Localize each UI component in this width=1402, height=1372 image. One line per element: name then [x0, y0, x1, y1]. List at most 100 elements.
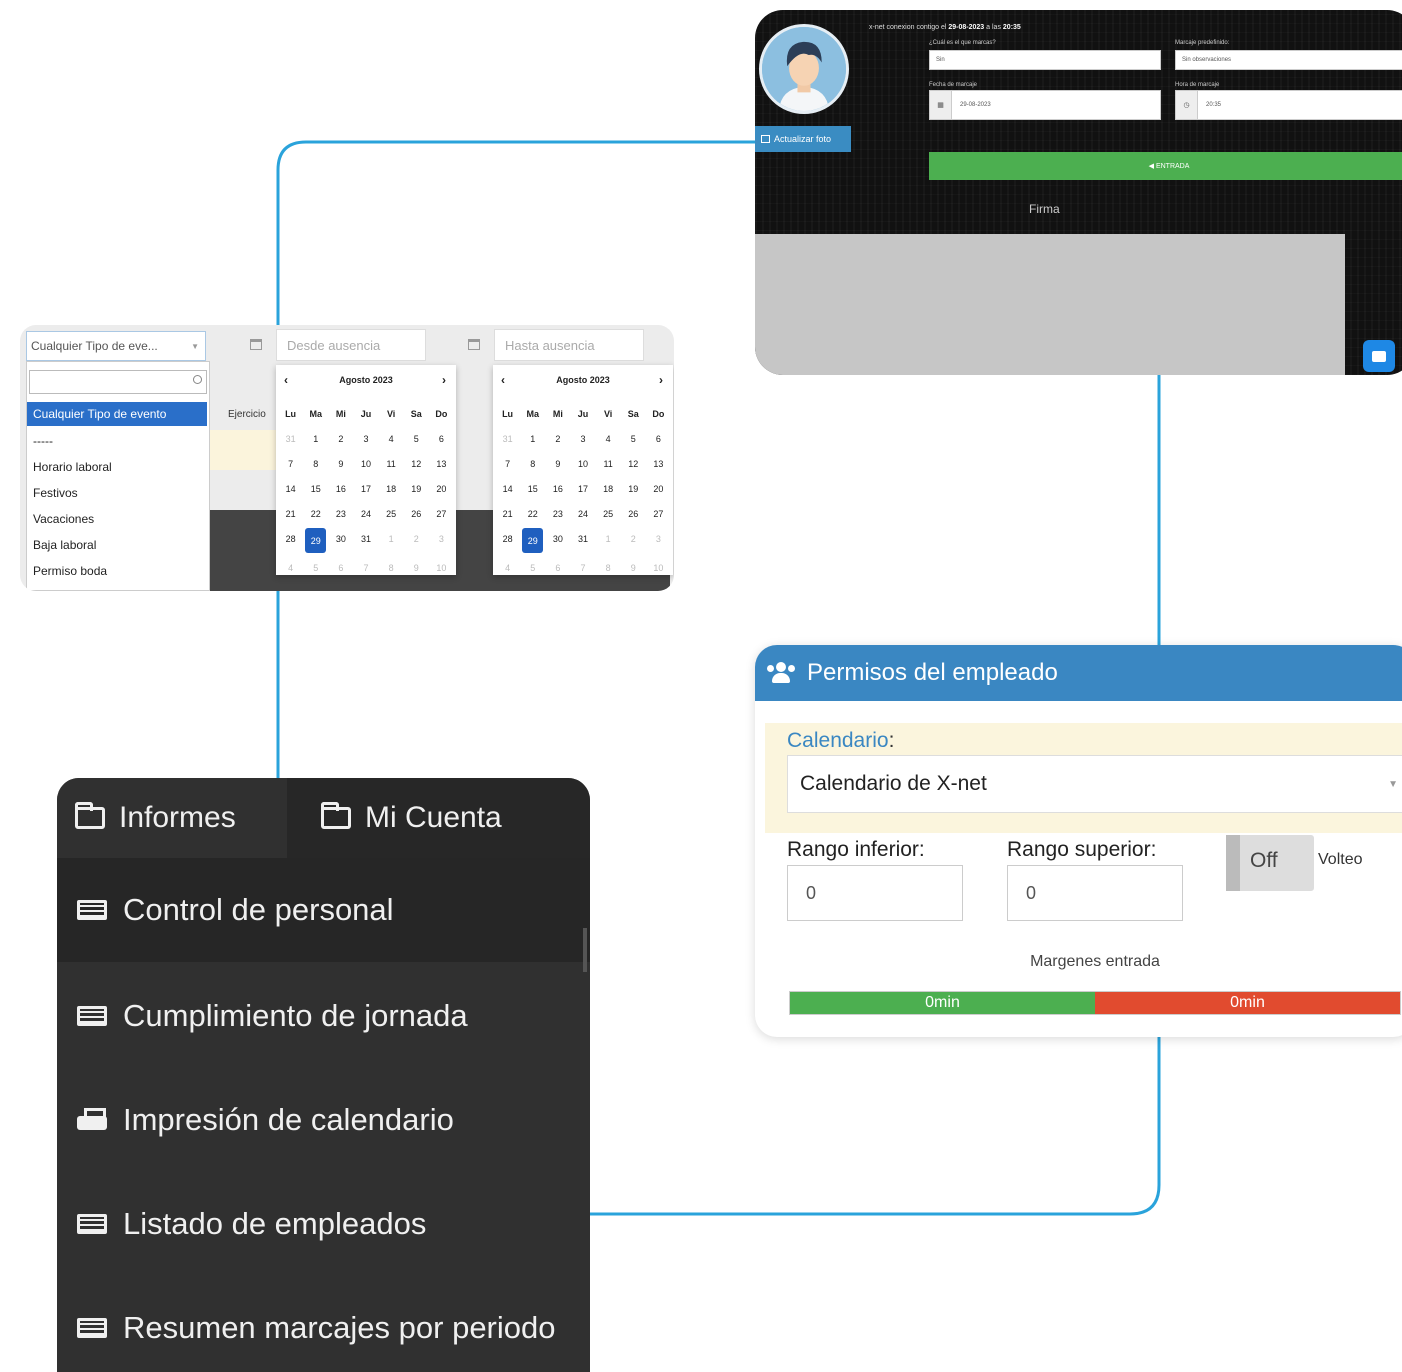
menu-item-resumen-marcajes[interactable]: Resumen marcajes por periodo	[57, 1276, 590, 1372]
calendar-day[interactable]: 5	[520, 555, 545, 580]
calendar-day[interactable]: 7	[353, 555, 378, 580]
event-type-select[interactable]: Cualquier Tipo de eve... ▼	[26, 331, 206, 361]
calendar-day[interactable]: 4	[596, 426, 621, 451]
calendar-day[interactable]: 20	[429, 476, 454, 501]
calendar-day[interactable]: 18	[379, 476, 404, 501]
calendar-day[interactable]: 2	[621, 526, 646, 551]
calendar-day[interactable]: 18	[596, 476, 621, 501]
calendar-day[interactable]: 3	[353, 426, 378, 451]
calendar-day[interactable]: 23	[545, 501, 570, 526]
tab-informes[interactable]: Informes	[57, 778, 287, 858]
calendar-day[interactable]: 23	[328, 501, 353, 526]
calendar-day[interactable]: 14	[278, 476, 303, 501]
calendar-day[interactable]: 31	[495, 426, 520, 451]
calendar-day[interactable]: 10	[570, 451, 595, 476]
calendar-day[interactable]: 1	[596, 526, 621, 551]
entry-button[interactable]: ◀ ENTRADA	[929, 152, 1402, 180]
calendar-day[interactable]: 1	[520, 426, 545, 451]
menu-item-cumplimiento-jornada[interactable]: Cumplimiento de jornada	[57, 964, 590, 1068]
obs-select[interactable]: Sin observaciones	[1175, 50, 1402, 70]
event-type-option[interactable]: Horario laboral	[33, 460, 112, 474]
calendar-day[interactable]: 4	[379, 426, 404, 451]
calendar-day[interactable]: 1	[379, 526, 404, 551]
signature-pad[interactable]	[755, 234, 1345, 375]
calendar-day[interactable]: 19	[621, 476, 646, 501]
tab-mi-cuenta[interactable]: Mi Cuenta	[287, 778, 590, 858]
calendar-day[interactable]: 29	[305, 528, 327, 553]
event-type-option[interactable]: Baja laboral	[33, 538, 96, 552]
calendar-day[interactable]: 30	[328, 526, 353, 551]
calendar-day[interactable]: 3	[429, 526, 454, 551]
next-month-button[interactable]: ›	[442, 373, 446, 387]
calendar-day[interactable]: 3	[646, 526, 671, 551]
calendar-day[interactable]: 5	[621, 426, 646, 451]
time-field[interactable]: ◷ 20:35	[1175, 90, 1402, 120]
calendar-day[interactable]: 11	[379, 451, 404, 476]
calendar-day[interactable]: 8	[303, 451, 328, 476]
upper-range-input[interactable]: 0	[1007, 865, 1183, 921]
calendar-day[interactable]: 14	[495, 476, 520, 501]
calendar-day[interactable]: 31	[570, 526, 595, 551]
calendar-day[interactable]: 17	[353, 476, 378, 501]
calendar-day[interactable]: 7	[570, 555, 595, 580]
chat-button[interactable]	[1363, 340, 1395, 372]
calendar-day[interactable]: 27	[429, 501, 454, 526]
calendar-day[interactable]: 26	[404, 501, 429, 526]
calendar-day[interactable]: 21	[278, 501, 303, 526]
calendar-day[interactable]: 25	[596, 501, 621, 526]
calendar-day[interactable]: 19	[404, 476, 429, 501]
calendar-day[interactable]: 6	[545, 555, 570, 580]
calendar-day[interactable]: 20	[646, 476, 671, 501]
calendar-day[interactable]: 22	[303, 501, 328, 526]
calendar-day[interactable]: 22	[520, 501, 545, 526]
calendar-day[interactable]: 16	[328, 476, 353, 501]
calendar-day[interactable]: 28	[495, 526, 520, 551]
menu-item-control-personal[interactable]: Control de personal	[57, 858, 590, 962]
event-type-option[interactable]: Festivos	[33, 486, 78, 500]
calendar-day[interactable]: 12	[404, 451, 429, 476]
menu-item-impresion-calendario[interactable]: Impresión de calendario	[57, 1068, 590, 1172]
to-date-input[interactable]: Hasta ausencia	[494, 329, 644, 361]
calendar-day[interactable]: 3	[570, 426, 595, 451]
calendar-day[interactable]: 26	[621, 501, 646, 526]
calendar-day[interactable]: 31	[353, 526, 378, 551]
calendar-day[interactable]: 6	[646, 426, 671, 451]
calendar-day[interactable]: 24	[353, 501, 378, 526]
calendar-day[interactable]: 10	[353, 451, 378, 476]
calendar-day[interactable]: 10	[646, 555, 671, 580]
calendar-day[interactable]: 11	[596, 451, 621, 476]
from-date-input[interactable]: Desde ausencia	[276, 329, 426, 361]
calendar-day[interactable]: 8	[596, 555, 621, 580]
calendar-day[interactable]: 27	[646, 501, 671, 526]
update-photo-button[interactable]: Actualizar foto	[755, 126, 851, 152]
calendar-day[interactable]: 31	[278, 426, 303, 451]
calendar-day[interactable]: 6	[328, 555, 353, 580]
calendar-day[interactable]: 2	[404, 526, 429, 551]
calendar-day[interactable]: 17	[570, 476, 595, 501]
calendar-day[interactable]: 24	[570, 501, 595, 526]
calendar-day[interactable]: 5	[404, 426, 429, 451]
calendar-day[interactable]: 13	[429, 451, 454, 476]
calendar-day[interactable]: 12	[621, 451, 646, 476]
calendar-day[interactable]: 2	[545, 426, 570, 451]
event-type-option[interactable]: Permiso boda	[33, 564, 107, 578]
calendar-day[interactable]: 13	[646, 451, 671, 476]
calendar-day[interactable]: 29	[522, 528, 544, 553]
calendar-day[interactable]: 4	[495, 555, 520, 580]
event-type-option[interactable]: Cualquier Tipo de evento	[27, 402, 207, 426]
calendar-day[interactable]: 30	[545, 526, 570, 551]
calendar-day[interactable]: 9	[404, 555, 429, 580]
lower-range-input[interactable]: 0	[787, 865, 963, 921]
calendar-day[interactable]: 6	[429, 426, 454, 451]
calendar-day[interactable]: 9	[621, 555, 646, 580]
calendar-select[interactable]: Calendario de X-net ▼	[787, 755, 1402, 813]
calendar-day[interactable]: 4	[278, 555, 303, 580]
date-field[interactable]: ▦ 29-08-2023	[929, 90, 1161, 120]
calendar-day[interactable]: 5	[303, 555, 328, 580]
calendar-day[interactable]: 25	[379, 501, 404, 526]
which-select[interactable]: Sin	[929, 50, 1161, 70]
margins-slider[interactable]: 0min 0min	[789, 991, 1401, 1015]
event-type-option[interactable]: -----	[33, 434, 53, 448]
calendar-day[interactable]: 21	[495, 501, 520, 526]
calendar-day[interactable]: 2	[328, 426, 353, 451]
